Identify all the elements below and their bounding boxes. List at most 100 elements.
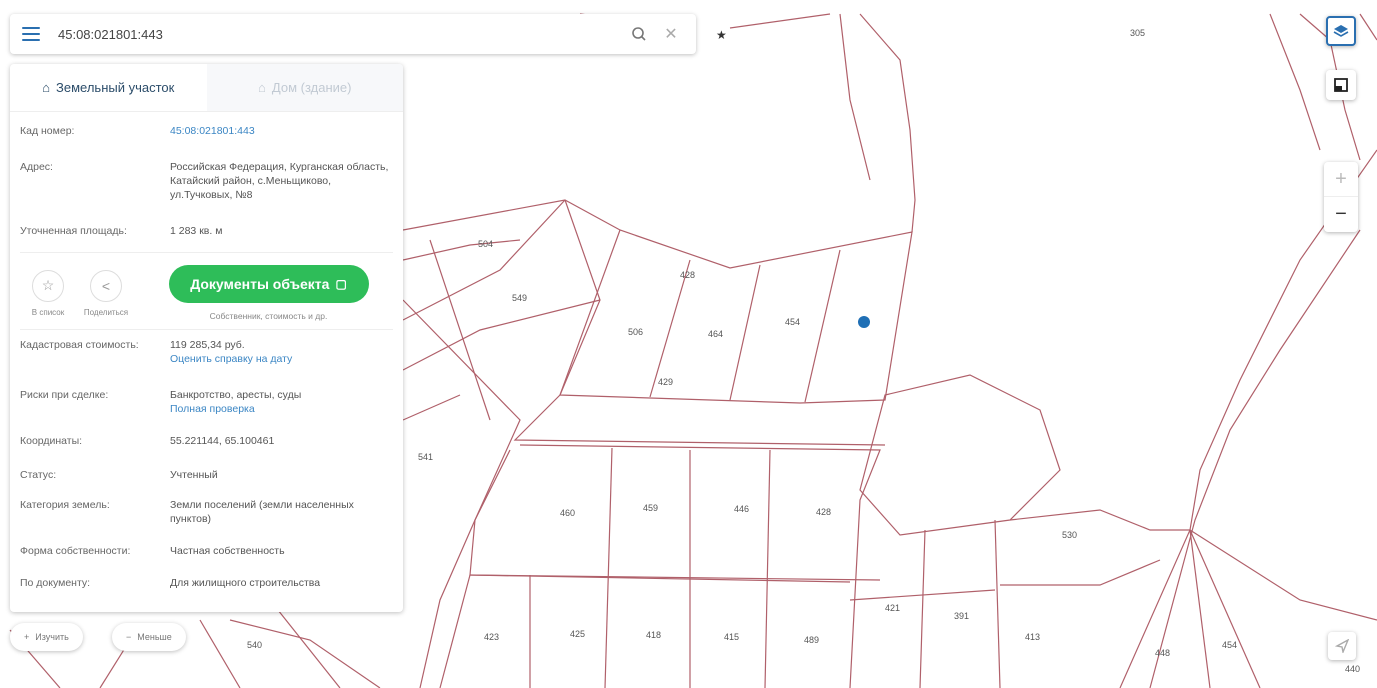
layers-button[interactable] [1326,16,1356,46]
star-icon: ☆ [32,269,64,302]
info-row: Кадастровая стоимость: 119 285,34 руб. О… [10,338,403,374]
basemap-button[interactable] [1326,70,1356,100]
parcel-boundary [859,13,916,233]
row-key: Форма собственности: [20,545,131,557]
zoom-out-button[interactable]: − [1324,197,1358,232]
chip-label: Изучить [35,632,69,642]
parcel-number-label: 504 [478,239,493,249]
row-key: Уточненная площадь: [20,225,127,237]
parcel-number-label: 415 [724,632,739,642]
cadastral-number-link[interactable]: 45:08:021801:443 [170,124,393,148]
parcel-number-label: 459 [643,503,658,513]
parcel-number-label: 418 [646,630,661,640]
permitted-use-value: Для жилищного строительства [170,577,321,589]
docs-subtitle: Собственник, стоимость и др. [209,311,328,321]
info-row: Адрес: Российская Федерация, Курганская … [10,160,403,212]
parcel-number-label: 423 [484,632,499,642]
menu-icon[interactable] [22,27,40,41]
collapse-chip-button[interactable]: − Меньше [112,623,186,651]
parcel-number-label: 429 [658,377,673,387]
info-row: Форма собственности: Частная собственнос… [10,544,403,564]
document-icon: ▢ [335,277,347,291]
parcel-number-label: 440 [1345,664,1360,674]
row-key: Риски при сделке: [20,389,109,401]
search-bar: ✕ [10,14,696,54]
parcel-number-label: 454 [1222,640,1237,650]
parcel-number-label: 446 [734,504,749,514]
info-row: Категория земель: Земли поселений (земли… [10,498,403,532]
zoom-controls: + − [1324,162,1358,232]
search-input[interactable] [58,14,626,54]
plus-icon: + [24,632,30,642]
info-row: Риски при сделке: Банкротство, аресты, с… [10,388,403,420]
land-parcel-icon: ⌂ [42,80,51,95]
risk-text: Банкротство, аресты, суды [170,389,302,401]
locate-arrow-icon [1335,639,1349,653]
share-icon: < [90,269,122,302]
zoom-in-button[interactable]: + [1324,162,1358,197]
info-row: По документу: Для жилищного строительств… [10,576,403,596]
minus-icon: − [126,632,132,642]
action-label: Поделиться [83,307,129,317]
row-key: Кадастровая стоимость: [20,339,139,351]
parcel-labels: 305 504 549 506 464 454 428 429 541 460 459 446 428 5… [247,28,1360,674]
row-key: Статус: [20,469,57,481]
row-key: Категория земель: [20,499,110,511]
search-icon[interactable] [626,21,652,47]
parcel-number-label: 530 [1062,530,1077,540]
parcel-number-label: 506 [628,327,643,337]
info-row: Уточненная площадь: 1 283 кв. м [10,224,403,246]
docs-wrap: Документы объекта ▢ Собственник, стоимос… [144,265,393,321]
parcel-number-label: 413 [1025,632,1040,642]
tab-label: Земельный участок [56,80,175,95]
parcel-number-label: 421 [885,603,900,613]
map-frame-icon [1334,78,1348,92]
action-label: В список [31,307,65,317]
parcel-number-label: 541 [418,452,433,462]
parcel-number-label: 391 [954,611,969,621]
chip-label: Меньше [137,632,172,642]
cadastral-value: 119 285,34 руб. Оценить справку на дату [170,338,393,374]
parcel-number-label: 428 [680,270,695,280]
parcel-number-label: 489 [804,635,819,645]
info-row: Кад номер: 45:08:021801:443 [10,124,403,148]
address-value: Российская Федерация, Курганская область… [170,161,389,201]
row-key: Адрес: [20,161,53,173]
bookmark-icon[interactable]: ★ [716,28,727,42]
actions-row: ☆ В список < Поделиться Документы объект… [10,253,403,329]
building-icon: ⌂ [258,80,266,95]
expand-chip-button[interactable]: + Изучить [10,623,83,651]
cadastral-value-link[interactable]: Оценить справку на дату [170,353,292,365]
geolocate-button[interactable] [1328,632,1356,660]
full-check-link[interactable]: Полная проверка [170,403,255,415]
close-icon[interactable]: ✕ [658,21,684,47]
share-button[interactable]: < Поделиться [78,269,134,317]
parcel-number-label: 305 [1130,28,1145,38]
docs-button-label: Документы объекта [190,276,330,292]
parcel-number-label: 454 [785,317,800,327]
parcel-number-label: 428 [816,507,831,517]
land-category-value: Земли поселений (земли населенных пункто… [170,499,354,525]
ownership-value: Частная собственность [170,545,285,557]
info-row: Статус: Учтенный [10,468,403,488]
area-value: 1 283 кв. м [170,225,223,237]
cadastral-value-amount: 119 285,34 руб. [170,339,245,351]
row-key: Координаты: [20,435,83,447]
tab-land-parcel[interactable]: ⌂ Земельный участок [10,64,207,111]
object-info-panel: ⌂ Земельный участок ⌂ Дом (здание) Кад н… [10,64,403,612]
row-key: Кад номер: [20,125,75,137]
tab-label: Дом (здание) [271,80,352,95]
parcel-number-label: 540 [247,640,262,650]
add-to-list-button[interactable]: ☆ В список [20,269,76,317]
parcel-number-label: 464 [708,329,723,339]
object-tabs: ⌂ Земельный участок ⌂ Дом (здание) [10,64,403,112]
info-row: Координаты: 55.221144, 65.100461 [10,434,403,454]
parcel-number-label: 425 [570,629,585,639]
object-documents-button[interactable]: Документы объекта ▢ [168,265,369,303]
tab-building[interactable]: ⌂ Дом (здание) [206,64,403,111]
parcel-number-label: 549 [512,293,527,303]
risk-value: Банкротство, аресты, суды Полная проверк… [170,388,393,420]
status-value: Учтенный [170,469,218,481]
row-key: По документу: [20,577,91,589]
location-marker [858,316,870,328]
